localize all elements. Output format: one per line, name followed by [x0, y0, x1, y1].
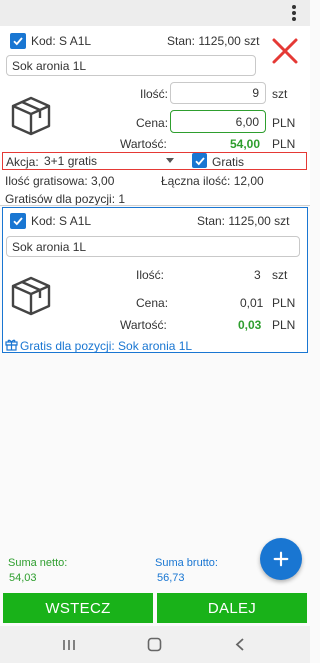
price-unit: PLN: [272, 296, 296, 310]
item-code: Kod: S A1L: [31, 34, 92, 48]
nav-recents-icon[interactable]: [62, 638, 76, 652]
qty-unit: szt: [272, 87, 288, 101]
qty-value: 3: [254, 268, 261, 282]
qty-input[interactable]: 9: [170, 82, 266, 104]
qty-value: 9: [252, 86, 259, 100]
add-icon: [273, 551, 289, 567]
gratis-label: Gratis: [212, 155, 245, 169]
price-input[interactable]: 6,00: [170, 110, 266, 133]
gift-icon: [5, 338, 18, 351]
dropdown-arrow-icon: [166, 158, 174, 163]
price-label: Cena:: [136, 116, 169, 130]
product-name-value: Sok aronia 1L: [12, 58, 87, 73]
qty-unit: szt: [272, 268, 288, 282]
product-name-field[interactable]: Sok aronia 1L: [6, 55, 256, 76]
stock-label: Stan: 1125,00 szt: [197, 214, 290, 228]
net-sum-label: Suma netto:: [8, 557, 68, 569]
action-label: Akcja:: [6, 155, 39, 169]
price-unit: PLN: [272, 116, 296, 130]
total-qty-label: Łączna ilość: 12,00: [161, 174, 264, 188]
check-icon: [194, 156, 205, 165]
box-icon: [9, 274, 53, 318]
net-sum-value: 54,03: [9, 572, 37, 584]
value-label: Wartość:: [120, 318, 167, 332]
value-label: Wartość:: [120, 137, 167, 151]
nav-home-icon[interactable]: [147, 637, 162, 652]
add-item-button[interactable]: [260, 538, 302, 580]
product-name-field[interactable]: Sok aronia 1L: [6, 236, 300, 257]
price-label: Cena:: [136, 296, 169, 310]
product-name-value: Sok aronia 1L: [12, 239, 87, 254]
value-unit: PLN: [272, 318, 296, 332]
item-checkbox[interactable]: [10, 33, 26, 49]
back-button[interactable]: WSTECZ: [3, 593, 153, 623]
check-icon: [13, 37, 23, 46]
gift-for-item-label: Gratis dla pozycji: Sok aronia 1L: [20, 339, 193, 353]
qty-label: Ilość:: [136, 268, 165, 282]
free-count-label: Gratisów dla pozycji: 1: [5, 192, 126, 206]
check-icon: [13, 217, 23, 226]
item-checkbox[interactable]: [10, 213, 26, 229]
system-nav-bar: [0, 626, 310, 663]
more-vert-icon[interactable]: [288, 5, 300, 21]
value-amount: 0,03: [238, 318, 262, 332]
stock-label: Stan: 1125,00 szt: [167, 34, 260, 48]
box-icon: [9, 94, 53, 138]
price-value: 0,01: [240, 296, 264, 310]
top-bar: [0, 0, 310, 26]
value-unit: PLN: [272, 137, 296, 151]
item-code: Kod: S A1L: [31, 214, 92, 228]
gross-sum-label: Suma brutto:: [155, 557, 218, 569]
price-value: 6,00: [235, 114, 259, 129]
value-amount: 54,00: [230, 137, 261, 151]
qty-label: Ilość:: [140, 87, 169, 101]
gross-sum-value: 56,73: [157, 572, 185, 584]
action-select[interactable]: 3+1 gratis: [44, 153, 178, 169]
gratis-checkbox[interactable]: [192, 153, 207, 168]
nav-back-icon[interactable]: [234, 637, 246, 652]
next-button[interactable]: DALEJ: [157, 593, 307, 623]
divider: [0, 205, 310, 206]
action-value: 3+1 gratis: [44, 154, 98, 168]
close-icon[interactable]: [271, 37, 299, 65]
free-qty-label: Ilość gratisowa: 3,00: [5, 174, 115, 188]
